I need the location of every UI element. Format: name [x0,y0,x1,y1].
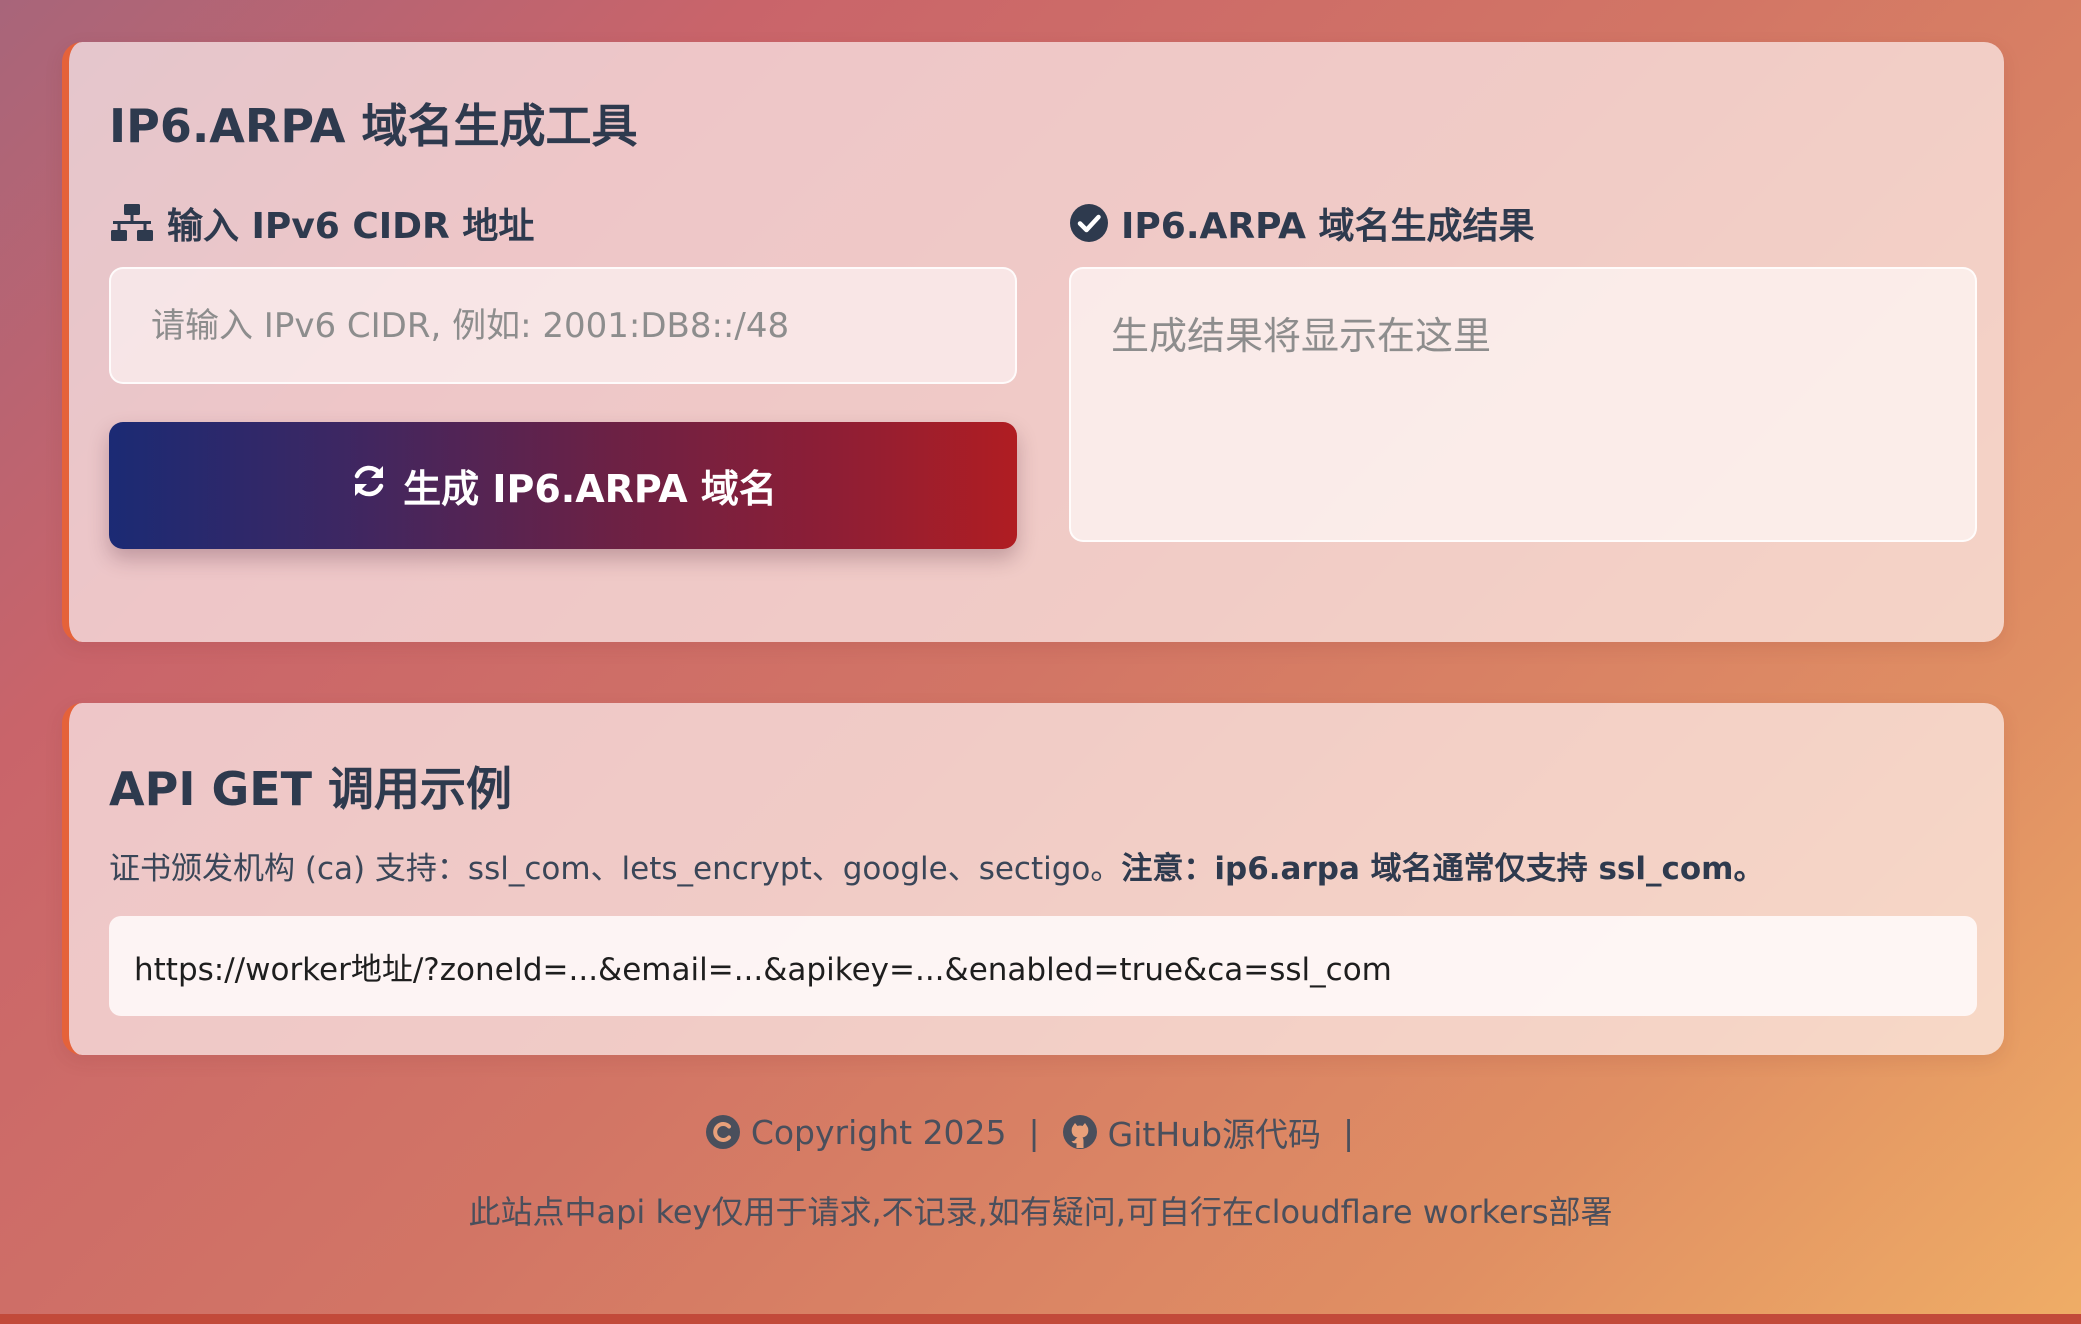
github-link[interactable]: GitHub源代码 [1062,1108,1321,1156]
page-title: IP6.ARPA 域名生成工具 [109,99,638,153]
generator-card: IP6.ARPA 域名生成工具 输入 IPv6 CIDR 地址 请输入 IPv6… [62,42,2004,642]
input-label-text: 输入 IPv6 CIDR 地址 [167,206,535,247]
github-link-text: GitHub源代码 [1107,1115,1322,1154]
refresh-icon [349,461,389,510]
footer-separator: | [1028,1112,1040,1152]
api-description: 证书颁发机构 (ca) 支持：ssl_com、lets_encrypt、goog… [109,843,1764,888]
generate-button-label: 生成 IP6.ARPA 域名 [403,467,777,511]
api-example-url[interactable]: https://worker地址/?zoneId=...&email=...&a… [109,916,1977,1016]
footer-notice: 此站点中api key仅用于请求,不记录,如有疑问,可自行在cloudflare… [468,1193,1613,1231]
network-icon [109,202,155,244]
cidr-input[interactable] [109,267,1017,384]
check-circle-icon [1069,203,1109,243]
api-example-url-text: https://worker地址/?zoneId=...&email=...&a… [134,951,1392,988]
footer-separator-trailing: | [1343,1112,1355,1152]
copyright-icon [705,1114,741,1150]
input-label: 输入 IPv6 CIDR 地址 [109,197,534,249]
api-card: API GET 调用示例 证书颁发机构 (ca) 支持：ssl_com、lets… [62,703,2004,1055]
copyright-text: Copyright 2025 [750,1112,1007,1152]
ca-note-text: 注意：ip6.arpa 域名通常仅支持 ssl_com。 [1121,851,1765,887]
ca-support-text: 证书颁发机构 (ca) 支持：ssl_com、lets_encrypt、goog… [109,851,1122,887]
result-label-text: IP6.ARPA 域名生成结果 [1121,206,1535,247]
result-label: IP6.ARPA 域名生成结果 [1069,197,1535,249]
api-section-title: API GET 调用示例 [109,762,513,816]
github-icon [1062,1114,1098,1150]
page-bottom-edge [0,1314,2081,1324]
generate-button[interactable]: 生成 IP6.ARPA 域名 [109,422,1017,549]
footer-links: Copyright 2025 | GitHub源代码 | [0,1108,2081,1156]
result-output[interactable] [1069,267,1977,542]
